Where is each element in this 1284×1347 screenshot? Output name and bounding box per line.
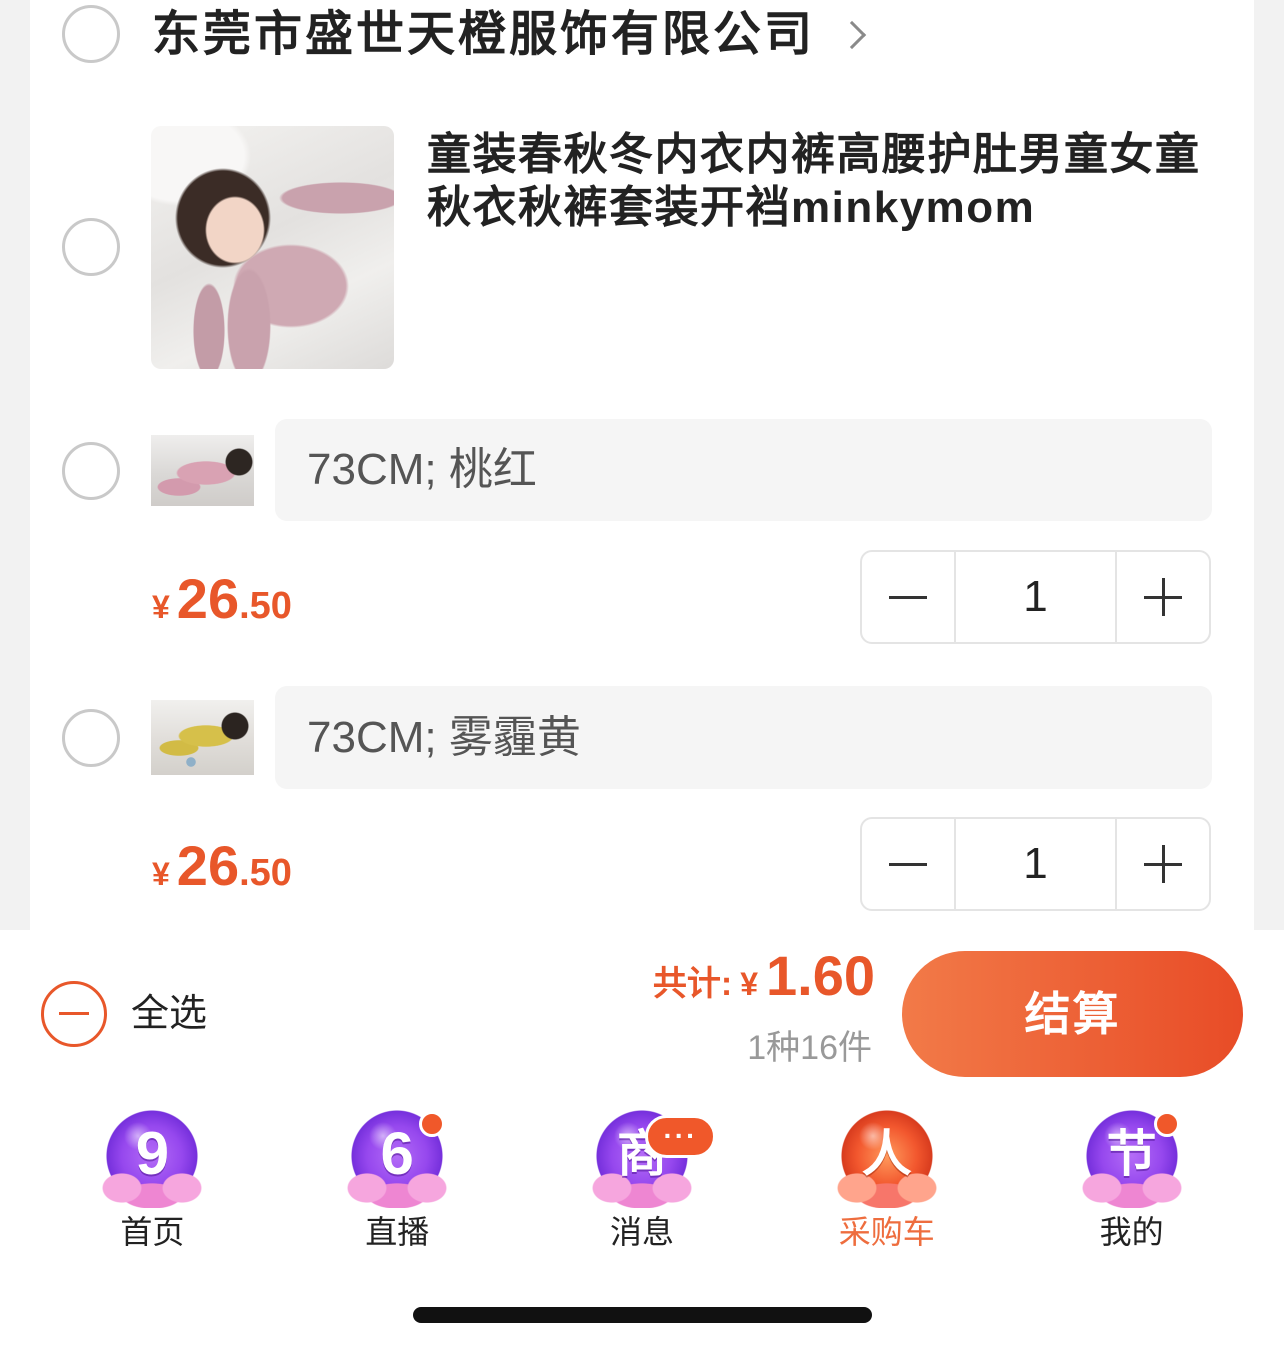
increase-button[interactable]	[1117, 552, 1209, 642]
decrease-button[interactable]	[862, 819, 954, 909]
price-integer: 26	[176, 834, 240, 897]
price-decimal: .50	[239, 852, 292, 894]
tab-home[interactable]: 9 首页	[30, 1100, 275, 1260]
price-currency: ¥	[152, 589, 170, 625]
cart-shop-card: 东莞市盛世天橙服饰有限公司 童装春秋冬内衣内裤高腰护肚男童女童 秋衣秋裤套装开裆…	[30, 0, 1254, 930]
total-label: 共计:	[652, 965, 733, 1003]
tab-bar: 9 首页 6 直播 商 ··· 消息 人 采购车 节 我的	[30, 1100, 1254, 1260]
minus-icon	[888, 845, 927, 883]
home-badge-icon: 9	[102, 1108, 203, 1208]
quantity-input[interactable]: 1	[953, 552, 1118, 642]
tab-label: 直播	[365, 1214, 430, 1250]
tab-label: 采购车	[838, 1214, 935, 1250]
bottom-panel: 全选 共计: ¥ 1.60 1种16件 结算 9 首页 6 直播 商 ··· 消…	[0, 930, 1284, 1347]
shop-checkbox[interactable]	[62, 5, 120, 63]
tab-label: 首页	[120, 1214, 185, 1250]
sku-price: ¥ 26 .50	[152, 571, 292, 635]
shop-name[interactable]: 东莞市盛世天橙服饰有限公司	[152, 5, 815, 65]
sku-spec-selector[interactable]: 73CM; 桃红	[275, 419, 1212, 521]
minus-icon	[888, 578, 927, 616]
sku-checkbox[interactable]	[62, 709, 120, 767]
total-price: 共计: ¥ 1.60	[653, 948, 875, 1012]
quantity-stepper: 1	[860, 817, 1211, 911]
sku-thumbnail[interactable]	[151, 435, 254, 506]
tab-label: 我的	[1099, 1214, 1164, 1250]
quantity-input[interactable]: 1	[953, 819, 1118, 909]
quantity-stepper: 1	[860, 550, 1211, 644]
product-image[interactable]	[151, 126, 394, 369]
more-badge: ···	[644, 1115, 716, 1158]
sku-checkbox[interactable]	[62, 442, 120, 500]
plus-icon	[1144, 845, 1183, 883]
tab-icon-glyph: 人	[861, 1126, 912, 1182]
chevron-right-icon[interactable]	[837, 20, 867, 50]
price-decimal: .50	[239, 585, 292, 627]
product-title-line: 童装春秋冬内衣内裤高腰护肚男童女童	[427, 130, 1201, 179]
sku-thumbnail[interactable]	[151, 700, 254, 775]
sku-spec-selector[interactable]: 73CM; 雾霾黄	[275, 686, 1212, 789]
increase-button[interactable]	[1117, 819, 1209, 909]
tab-label: 消息	[609, 1214, 674, 1250]
checkout-button[interactable]: 结算	[902, 951, 1243, 1077]
price-integer: 26	[176, 567, 240, 630]
home-indicator[interactable]	[413, 1307, 872, 1323]
tab-messages[interactable]: 商 ··· 消息	[520, 1100, 765, 1260]
product-title-line: 秋衣秋裤套装开裆minkymom	[427, 183, 1036, 232]
total-amount: 1.60	[766, 944, 875, 1007]
plus-icon	[1144, 578, 1183, 616]
select-all-label[interactable]: 全选	[131, 989, 207, 1039]
decrease-button[interactable]	[862, 552, 954, 642]
item-count: 1种16件	[747, 1029, 872, 1067]
select-all-checkbox-icon[interactable]	[41, 981, 107, 1047]
tab-profile[interactable]: 节 我的	[1009, 1100, 1254, 1260]
notification-dot	[1153, 1111, 1180, 1137]
product-title[interactable]: 童装春秋冬内衣内裤高腰护肚男童女童 秋衣秋裤套装开裆minkymom	[427, 128, 1201, 234]
notification-dot	[419, 1111, 446, 1137]
sku-price: ¥ 26 .50	[152, 838, 292, 902]
tab-live[interactable]: 6 直播	[275, 1100, 520, 1260]
tab-cart[interactable]: 人 采购车	[764, 1100, 1009, 1260]
product-checkbox[interactable]	[62, 218, 120, 276]
total-currency: ¥	[740, 966, 758, 1002]
tab-icon-glyph: 9	[135, 1120, 170, 1187]
cart-badge-icon: 人	[836, 1108, 937, 1208]
price-currency: ¥	[152, 856, 170, 892]
